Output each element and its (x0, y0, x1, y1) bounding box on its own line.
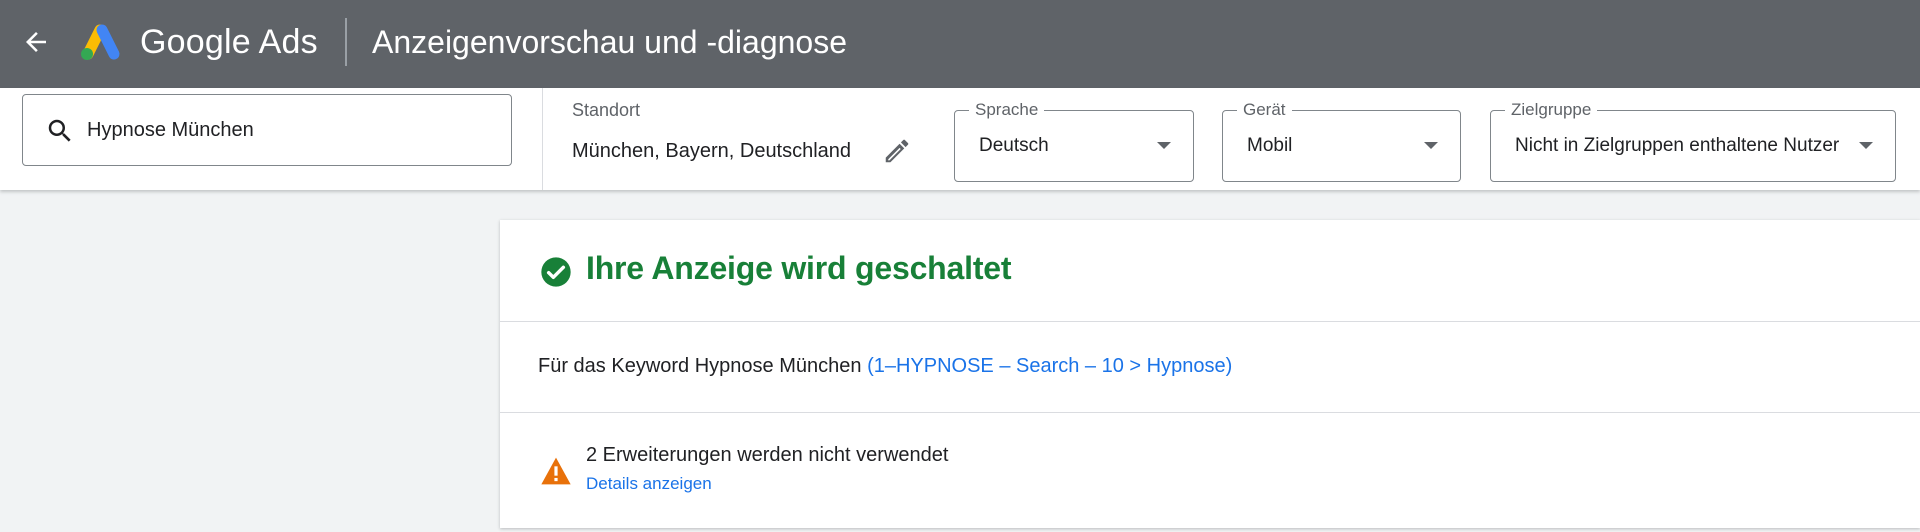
check-circle-icon (541, 257, 571, 287)
language-value: Deutsch (979, 135, 1049, 156)
search-input[interactable] (87, 109, 497, 151)
page-title: Anzeigenvorschau und -diagnose (372, 24, 847, 60)
pencil-icon[interactable] (882, 136, 912, 166)
back-button[interactable] (16, 22, 56, 62)
ad-status-row: Ihre Anzeige wird geschaltet (500, 220, 1920, 322)
app-header: Google Ads Anzeigenvorschau und -diagnos… (0, 0, 1920, 88)
audience-dropdown[interactable]: Zielgruppe Nicht in Zielgruppen enthalte… (1490, 99, 1896, 182)
caret-down-icon (1157, 142, 1171, 149)
extensions-warning-row: 2 Erweiterungen werden nicht verwendet D… (500, 414, 1920, 528)
arrow-left-icon (26, 32, 46, 52)
caret-down-icon (1424, 142, 1438, 149)
google-ads-logo (81, 24, 120, 60)
audience-value: Nicht in Zielgruppen enthaltene Nutzer (1515, 135, 1840, 156)
search-box[interactable] (22, 94, 512, 166)
keyword-prefix: Für das Keyword Hypnose München (538, 355, 862, 377)
device-value: Mobil (1247, 135, 1293, 156)
toolbar-divider (542, 88, 543, 190)
show-details-link[interactable]: Details anzeigen (586, 474, 712, 494)
location-label: Standort (572, 100, 641, 120)
ad-diagnosis-card: Ihre Anzeige wird geschaltet Für das Key… (500, 220, 1920, 528)
ad-group-link[interactable]: (1–HYPNOSE – Search – 10 > Hypnose) (867, 355, 1232, 377)
location-value: München, Bayern, Deutschland (572, 140, 852, 162)
header-divider (345, 18, 347, 66)
keyword-text: Für das Keyword Hypnose München (1–HYPNO… (538, 355, 1232, 378)
language-label: Sprache (969, 99, 1045, 121)
warning-triangle-icon (541, 457, 571, 485)
search-icon (48, 119, 71, 142)
device-dropdown[interactable]: Gerät Mobil (1222, 99, 1461, 182)
language-dropdown[interactable]: Sprache Deutsch (954, 99, 1194, 182)
audience-label: Zielgruppe (1505, 99, 1598, 121)
device-label: Gerät (1237, 99, 1292, 121)
keyword-row: Für das Keyword Hypnose München (1–HYPNO… (500, 323, 1920, 413)
brand-name: Google Ads (140, 23, 318, 61)
ad-status-text: Ihre Anzeige wird geschaltet (586, 250, 1012, 286)
preview-filters-toolbar: Standort München, Bayern, Deutschland Sp… (0, 88, 1920, 190)
warning-text: 2 Erweiterungen werden nicht verwendet (586, 444, 949, 466)
caret-down-icon (1859, 142, 1873, 149)
